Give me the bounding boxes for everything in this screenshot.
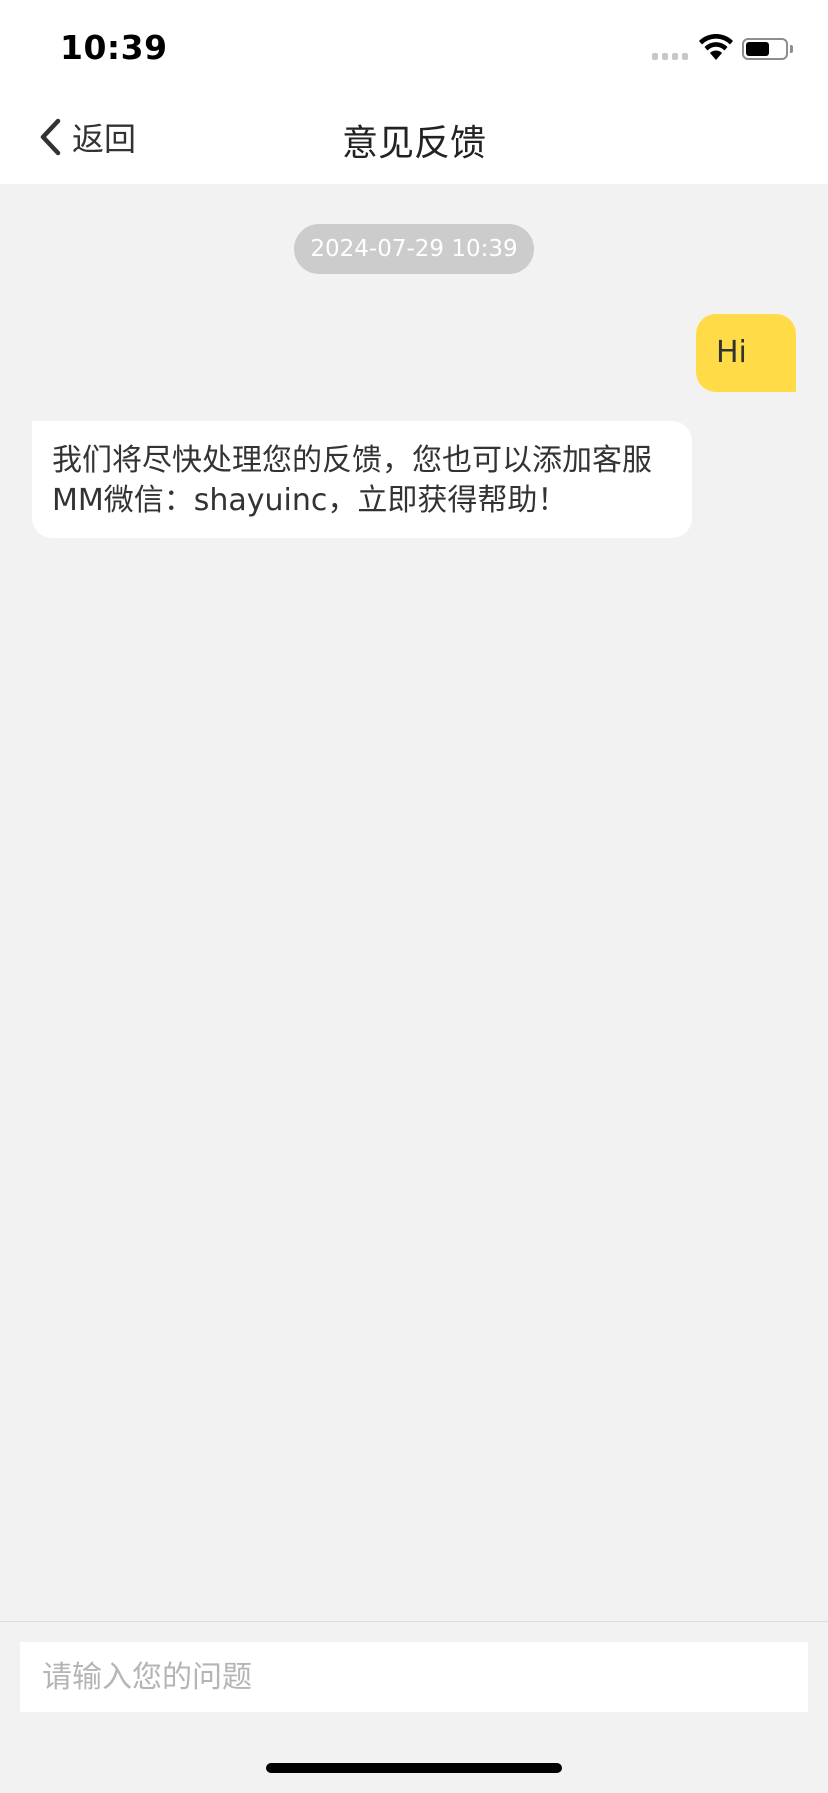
cellular-signal-icon bbox=[652, 53, 688, 60]
back-button[interactable]: 返回 bbox=[36, 112, 136, 162]
message-timestamp: 2024-07-29 10:39 bbox=[294, 224, 534, 274]
question-input[interactable] bbox=[20, 1642, 808, 1712]
support-message-bubble: 我们将尽快处理您的反馈，您也可以添加客服MM微信：shayuinc，立即获得帮助… bbox=[32, 421, 692, 538]
battery-level-fill bbox=[746, 42, 769, 56]
home-indicator[interactable] bbox=[266, 1763, 562, 1773]
nav-bar: 意见反馈 返回 bbox=[0, 92, 828, 184]
battery-cap bbox=[790, 45, 793, 53]
wifi-icon bbox=[699, 34, 733, 60]
back-label: 返回 bbox=[72, 120, 137, 158]
status-time: 10:39 bbox=[60, 28, 168, 67]
battery-icon bbox=[742, 38, 788, 60]
my-message-bubble: Hi bbox=[696, 314, 796, 392]
chevron-left-icon bbox=[40, 118, 61, 156]
status-bar: 10:39 bbox=[0, 0, 828, 92]
